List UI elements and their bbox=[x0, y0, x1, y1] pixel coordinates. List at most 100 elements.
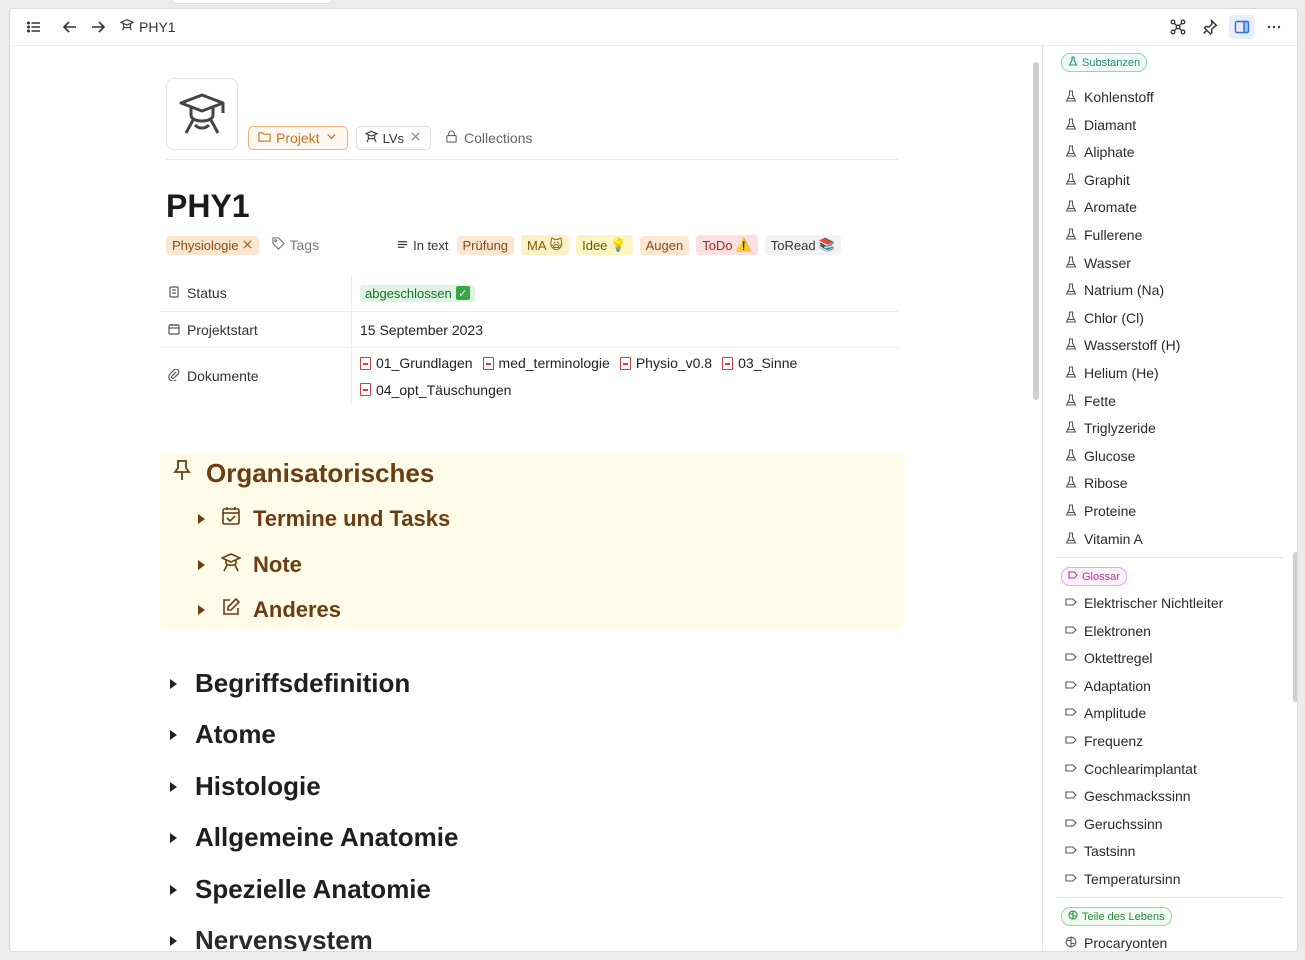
sidebar-item[interactable]: Graphit bbox=[1065, 172, 1130, 188]
sidebar-item[interactable]: Fullerene bbox=[1065, 227, 1142, 243]
outline-list-icon[interactable] bbox=[25, 18, 43, 36]
sidebar-item[interactable]: Aliphate bbox=[1065, 144, 1135, 160]
sidebar-item[interactable]: Procaryonten bbox=[1065, 935, 1167, 951]
graph-view-icon[interactable] bbox=[1169, 18, 1187, 36]
property-name-documents[interactable]: Dokumente bbox=[160, 348, 352, 404]
tags-input[interactable]: Tags bbox=[271, 237, 319, 253]
tag-physiologie[interactable]: Physiologie bbox=[166, 235, 259, 255]
tag-idee[interactable]: Idee 💡 bbox=[576, 235, 633, 255]
main-content: Projekt LVs Collections PHY1 Physiologie bbox=[10, 46, 1041, 951]
section-toggle[interactable]: Histologie bbox=[170, 771, 321, 802]
sidebar-item[interactable]: Wasserstoff (H) bbox=[1065, 337, 1180, 353]
sidebar-item[interactable]: Temperatursinn bbox=[1065, 871, 1181, 887]
close-icon[interactable] bbox=[409, 130, 422, 146]
collections-chip[interactable]: Collections bbox=[439, 127, 538, 149]
sidebar-item[interactable]: Natrium (Na) bbox=[1065, 282, 1164, 298]
graduation-cap-icon bbox=[119, 18, 135, 35]
sidebar-item-label: Natrium (Na) bbox=[1084, 282, 1165, 299]
callout-heading[interactable]: Organisatorisches bbox=[170, 458, 434, 489]
section-toggle[interactable]: Allgemeine Anatomie bbox=[170, 822, 458, 853]
tag-todo[interactable]: ToDo ⚠️ bbox=[696, 235, 758, 255]
back-arrow-icon[interactable] bbox=[61, 18, 79, 36]
more-options-icon[interactable] bbox=[1265, 18, 1283, 36]
label-tag-icon bbox=[1065, 761, 1077, 777]
sidebar-item[interactable]: Aromate bbox=[1065, 199, 1137, 215]
document-name: Physio_v0.8 bbox=[635, 355, 713, 371]
sidebar-item[interactable]: Tastsinn bbox=[1065, 843, 1135, 859]
project-chip[interactable]: Projekt bbox=[248, 126, 348, 150]
sidebar-item[interactable]: Geschmackssinn bbox=[1065, 788, 1191, 804]
forward-arrow-icon[interactable] bbox=[89, 18, 107, 36]
sidebar-item[interactable]: Proteine bbox=[1065, 503, 1136, 519]
page-title[interactable]: PHY1 bbox=[166, 188, 250, 225]
sidebar-item-label: Triglyzeride bbox=[1084, 420, 1156, 437]
pin-icon[interactable] bbox=[1201, 18, 1219, 36]
toggle-triangle-icon[interactable] bbox=[198, 514, 205, 524]
section-title-link[interactable]: Nervensystem bbox=[195, 925, 373, 951]
toggle-triangle-icon[interactable] bbox=[170, 678, 177, 689]
toggle-anderes[interactable]: Anderes bbox=[198, 597, 341, 623]
sidebar-toggle-icon[interactable] bbox=[1229, 15, 1255, 39]
sidebar-item[interactable]: Fette bbox=[1065, 393, 1116, 409]
property-name-status[interactable]: Status bbox=[160, 275, 352, 311]
tag-pruefung[interactable]: Prüfung bbox=[456, 235, 515, 255]
toggle-triangle-icon[interactable] bbox=[170, 832, 177, 843]
sidebar-item[interactable]: Ribose bbox=[1065, 475, 1128, 491]
breadcrumb[interactable]: PHY1 bbox=[119, 18, 176, 35]
group-badge-glossar[interactable]: Glossar bbox=[1061, 567, 1127, 586]
header-divider bbox=[166, 159, 898, 160]
lvs-chip[interactable]: LVs bbox=[355, 126, 432, 150]
toggle-triangle-icon[interactable] bbox=[170, 781, 177, 792]
group-badge-substanzen[interactable]: Substanzen bbox=[1061, 53, 1148, 72]
sidebar-item[interactable]: Geruchssinn bbox=[1065, 816, 1163, 832]
section-toggle[interactable]: Nervensystem bbox=[170, 925, 373, 951]
sidebar-item[interactable]: Diamant bbox=[1065, 117, 1136, 133]
property-value-start[interactable]: 15 September 2023 bbox=[352, 312, 898, 347]
tag-augen[interactable]: Augen bbox=[639, 235, 690, 255]
group-badge-teile-des-lebens[interactable]: Teile des Lebens bbox=[1061, 907, 1172, 926]
sidebar-item[interactable]: Adaptation bbox=[1065, 678, 1151, 694]
sidebar-item-label: Graphit bbox=[1084, 171, 1130, 188]
sidebar-item[interactable]: Frequenz bbox=[1065, 733, 1143, 749]
main-scrollbar[interactable] bbox=[1033, 62, 1039, 400]
sidebar-item[interactable]: Elektrischer Nichtleiter bbox=[1065, 595, 1223, 611]
toggle-triangle-icon[interactable] bbox=[170, 729, 177, 740]
page-icon-graduation-cap[interactable] bbox=[166, 78, 238, 150]
section-toggle[interactable]: Atome bbox=[170, 719, 276, 750]
tag-toread[interactable]: ToRead 📚 bbox=[764, 235, 841, 255]
property-name-start[interactable]: Projektstart bbox=[160, 312, 352, 347]
sidebar-item[interactable]: Cochlearimplantat bbox=[1065, 761, 1197, 777]
document-link[interactable]: Physio_v0.8 bbox=[619, 351, 713, 375]
callout-organisatorisches: Organisatorisches Termine und Tasks Note… bbox=[160, 454, 904, 629]
document-link[interactable]: med_terminologie bbox=[482, 351, 610, 375]
tag-label: Augen bbox=[645, 237, 684, 253]
project-chip-label: Projekt bbox=[276, 130, 320, 146]
sidebar-item[interactable]: Amplitude bbox=[1065, 705, 1146, 721]
property-value-documents: 01_Grundlagen med_terminologie Physio_v0… bbox=[352, 348, 898, 404]
sidebar-item[interactable]: Wasser bbox=[1065, 255, 1131, 271]
toggle-note[interactable]: Note bbox=[198, 552, 302, 578]
section-toggle[interactable]: Begriffsdefinition bbox=[170, 668, 410, 699]
toggle-triangle-icon[interactable] bbox=[198, 605, 205, 615]
sidebar-item[interactable]: Vitamin A bbox=[1065, 531, 1143, 547]
sidebar-item[interactable]: Chlor (Cl) bbox=[1065, 310, 1144, 326]
sidebar-item[interactable]: Oktettregel bbox=[1065, 650, 1152, 666]
toggle-termine[interactable]: Termine und Tasks bbox=[198, 506, 450, 532]
toggle-triangle-icon[interactable] bbox=[170, 935, 177, 946]
sidebar-item[interactable]: Glucose bbox=[1065, 448, 1135, 464]
sidebar-item[interactable]: Helium (He) bbox=[1065, 365, 1159, 381]
toggle-triangle-icon[interactable] bbox=[198, 560, 205, 570]
tag-ma[interactable]: MA 🙀 bbox=[521, 235, 570, 255]
sidebar-item[interactable]: Triglyzeride bbox=[1065, 420, 1156, 436]
property-value-status[interactable]: abgeschlossen ✓ bbox=[352, 275, 898, 311]
toggle-triangle-icon[interactable] bbox=[170, 884, 177, 895]
close-icon[interactable] bbox=[242, 238, 253, 253]
sidebar-scrollbar[interactable] bbox=[1293, 552, 1297, 702]
sidebar-item[interactable]: Kohlenstoff bbox=[1065, 89, 1154, 105]
sidebar-item[interactable]: Elektronen bbox=[1065, 623, 1151, 639]
document-link[interactable]: 01_Grundlagen bbox=[360, 351, 473, 375]
document-link[interactable]: 03_Sinne bbox=[722, 351, 797, 375]
section-toggle[interactable]: Spezielle Anatomie bbox=[170, 874, 431, 905]
status-badge[interactable]: abgeschlossen ✓ bbox=[360, 284, 475, 302]
document-link[interactable]: 04_opt_Täuschungen bbox=[360, 378, 511, 402]
